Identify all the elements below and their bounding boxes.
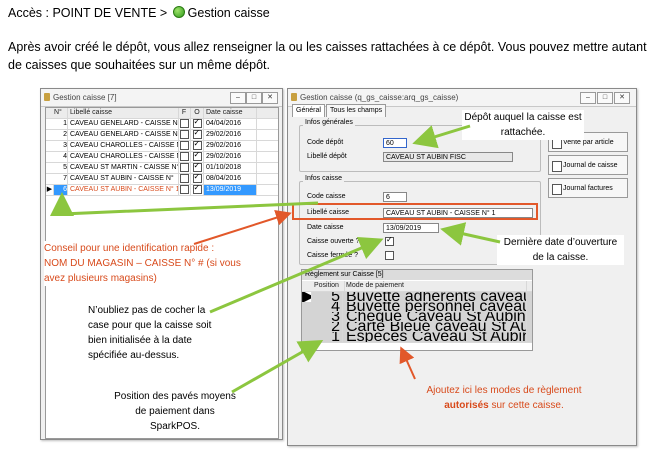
arrow-ajoutez: [399, 346, 416, 380]
arrow-selected-row: [50, 192, 319, 216]
arrow-cocher: [209, 236, 384, 314]
arrow-conseil: [193, 210, 292, 245]
arrow-derniere-date: [440, 222, 501, 246]
annotation-arrows: [50, 124, 501, 394]
arrow-position: [231, 340, 324, 394]
arrow-depot: [412, 124, 471, 149]
